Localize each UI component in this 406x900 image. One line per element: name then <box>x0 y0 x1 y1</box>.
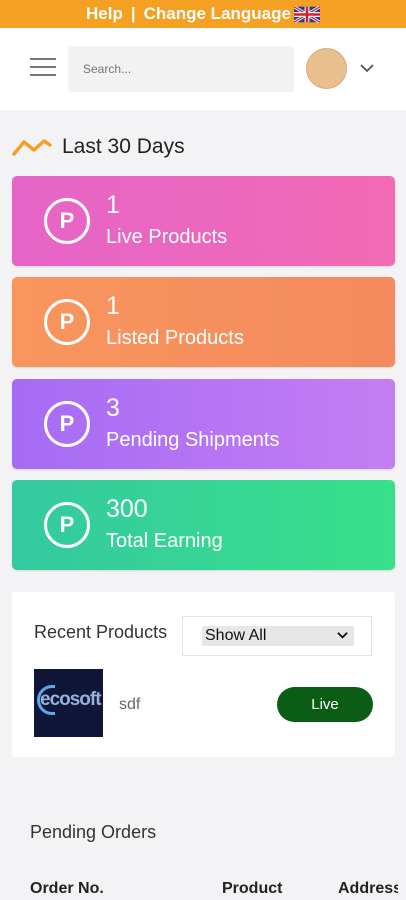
stat-label: Live Products <box>106 226 228 248</box>
filter-selected-value: Show All <box>205 627 267 644</box>
live-status-button[interactable]: Live <box>277 687 373 722</box>
stat-value: 3 <box>106 394 120 422</box>
filter-container: Show All <box>182 616 372 656</box>
product-thumbnail[interactable]: ecosoft <box>34 669 103 737</box>
period-label: Last 30 Days <box>62 135 185 158</box>
avatar[interactable] <box>306 48 347 89</box>
stat-card-listed-products[interactable]: P 1 Listed Products <box>12 277 395 367</box>
column-header-address: Address <box>338 880 398 897</box>
uk-flag-icon[interactable] <box>293 5 320 23</box>
separator: | <box>130 4 136 23</box>
hamburger-menu-icon[interactable] <box>30 58 56 80</box>
trend-line-icon <box>12 139 52 156</box>
chevron-down-icon <box>337 632 348 639</box>
stat-label: Total Earning <box>106 530 223 552</box>
stat-label: Pending Shipments <box>106 429 280 451</box>
change-language-link[interactable]: Change Language <box>144 4 291 24</box>
stat-value: 1 <box>106 292 120 320</box>
stat-card-live-products[interactable]: P 1 Live Products <box>12 176 395 266</box>
p-circle-icon: P <box>44 299 90 345</box>
header <box>0 28 406 110</box>
stat-label: Listed Products <box>106 327 244 349</box>
stat-card-total-earning[interactable]: P 300 Total Earning <box>12 480 395 570</box>
recent-products-panel: Recent Products Show All ecosoft sdf Liv… <box>12 592 395 757</box>
column-header-order-no: Order No. <box>30 880 104 897</box>
search-input[interactable] <box>68 46 294 92</box>
pending-orders-title: Pending Orders <box>30 822 157 842</box>
stat-card-pending-shipments[interactable]: P 3 Pending Shipments <box>12 379 395 469</box>
help-link[interactable]: Help <box>86 4 123 24</box>
thumbnail-logo-text: ecosoft <box>40 689 102 710</box>
column-header-product: Product <box>222 880 283 897</box>
p-circle-icon: P <box>44 198 90 244</box>
product-name[interactable]: sdf <box>119 696 140 714</box>
p-circle-icon: P <box>44 502 90 548</box>
recent-products-title: Recent Products <box>34 622 168 642</box>
show-filter-select[interactable]: Show All <box>202 626 354 646</box>
chevron-down-icon[interactable] <box>360 61 374 75</box>
period-heading: Last 30 Days <box>12 132 185 162</box>
p-circle-icon: P <box>44 401 90 447</box>
stat-value: 300 <box>106 495 148 523</box>
top-utility-bar: Help | Change Language <box>0 0 406 28</box>
stat-value: 1 <box>106 191 120 219</box>
